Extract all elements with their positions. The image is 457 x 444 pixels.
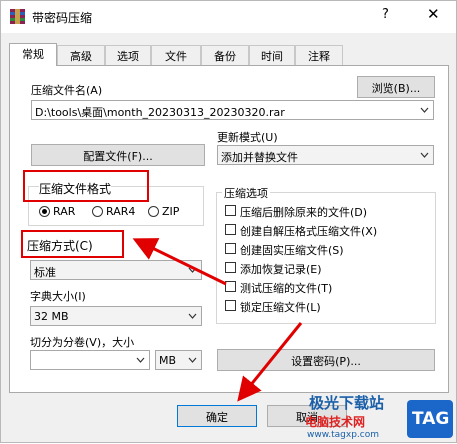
set-password-button[interactable]: 设置密码(P)... <box>217 349 435 371</box>
tab-general[interactable]: 常规 <box>9 43 57 66</box>
archive-name-combo[interactable]: D:\tools\桌面\month_20230313_20230320.rar <box>31 100 434 120</box>
close-button[interactable]: ✕ <box>427 5 440 23</box>
tab-options[interactable]: 选项 <box>105 45 151 65</box>
recovery-record-label: 添加恢复记录(E) <box>240 263 322 276</box>
test-archive-checkbox[interactable] <box>225 281 236 292</box>
watermark-url: www.tagxp.com <box>307 430 379 440</box>
format-rar-label: RAR <box>53 205 76 218</box>
compression-method-combo[interactable]: 标准 <box>30 260 202 280</box>
chevron-down-icon <box>420 152 429 158</box>
split-unit-combo[interactable]: MB <box>155 350 202 370</box>
tab-advanced[interactable]: 高级 <box>57 45 105 65</box>
watermark-line2: 电脑技术网 <box>305 415 366 429</box>
chevron-down-icon <box>188 313 197 319</box>
dictionary-size-combo[interactable]: 32 MB <box>30 306 202 326</box>
tab-comment[interactable]: 注释 <box>295 45 343 65</box>
chevron-down-icon <box>188 267 197 273</box>
tab-backup[interactable]: 备份 <box>201 45 249 65</box>
archive-name-value: D:\tools\桌面\month_20230313_20230320.rar <box>35 106 285 119</box>
general-tab-panel: 压缩文件名(A) 浏览(B)... D:\tools\桌面\month_2023… <box>9 65 449 393</box>
tab-time[interactable]: 时间 <box>249 45 295 65</box>
format-zip-label: ZIP <box>162 205 180 218</box>
archive-name-label: 压缩文件名(A) <box>31 84 103 97</box>
format-rar-radio[interactable] <box>39 206 50 217</box>
split-unit-value: MB <box>159 354 177 367</box>
watermark-tag-badge: TAG <box>407 400 453 438</box>
sfx-checkbox[interactable] <box>225 224 236 235</box>
solid-label: 创建固实压缩文件(S) <box>240 244 344 257</box>
ok-button[interactable]: 确定 <box>177 405 257 427</box>
archive-format-label: 压缩文件格式 <box>39 180 112 197</box>
format-rar4-label: RAR4 <box>106 205 136 218</box>
watermark-tag: TAG <box>412 409 450 429</box>
update-mode-label: 更新模式(U) <box>217 131 278 144</box>
site-watermark: 极光下载站 电脑技术网 www.tagxp.com TAG <box>291 386 457 444</box>
update-mode-combo[interactable]: 添加并替换文件 <box>217 145 434 165</box>
watermark-site-name: 极光下载站 <box>309 394 385 412</box>
solid-checkbox[interactable] <box>225 243 236 254</box>
update-mode-value: 添加并替换文件 <box>221 151 298 164</box>
profiles-button[interactable]: 配置文件(F)... <box>31 144 205 166</box>
chevron-down-icon <box>136 357 145 363</box>
delete-after-checkbox[interactable] <box>225 205 236 216</box>
browse-button[interactable]: 浏览(B)... <box>357 76 435 98</box>
title-bar[interactable]: 带密码压缩 ? ✕ <box>1 1 456 33</box>
archive-dialog: 带密码压缩 ? ✕ 常规 高级 选项 文件 备份 时间 注释 压缩文件名(A) … <box>0 0 457 443</box>
recovery-record-checkbox[interactable] <box>225 262 236 273</box>
split-size-combo[interactable] <box>30 350 150 370</box>
help-button[interactable]: ? <box>382 7 389 22</box>
test-archive-label: 测试压缩的文件(T) <box>240 282 333 295</box>
format-rar4-radio[interactable] <box>92 206 103 217</box>
dictionary-size-label: 字典大小(I) <box>30 290 86 303</box>
lock-archive-label: 锁定压缩文件(L) <box>240 301 321 314</box>
options-group-label: 压缩选项 <box>222 185 270 201</box>
split-label: 切分为分卷(V)，大小 <box>30 336 135 349</box>
tab-files[interactable]: 文件 <box>151 45 201 65</box>
compression-method-value: 标准 <box>34 266 56 279</box>
lock-archive-checkbox[interactable] <box>225 300 236 311</box>
delete-after-label: 压缩后删除原来的文件(D) <box>240 206 368 219</box>
chevron-down-icon <box>188 357 197 363</box>
chevron-down-icon <box>420 107 429 113</box>
sfx-label: 创建自解压格式压缩文件(X) <box>240 225 378 238</box>
winrar-app-icon <box>10 9 25 24</box>
window-title: 带密码压缩 <box>32 11 93 25</box>
format-zip-radio[interactable] <box>148 206 159 217</box>
compression-method-label: 压缩方式(C) <box>27 239 93 253</box>
dictionary-size-value: 32 MB <box>34 310 69 323</box>
